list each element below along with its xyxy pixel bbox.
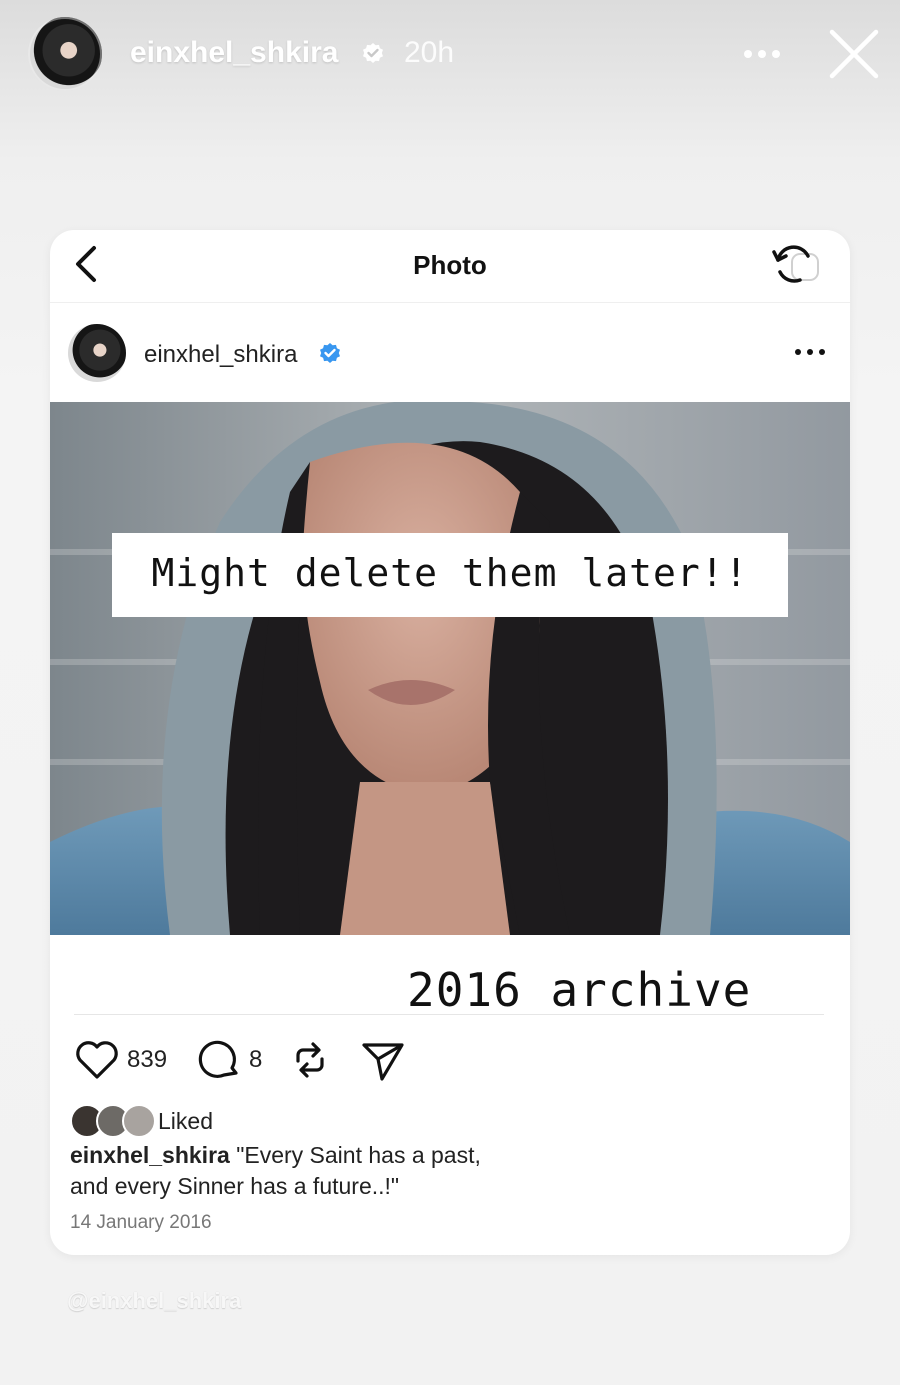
caption-text-line2: and every Sinner has a future..!" (70, 1173, 400, 1199)
liked-label: Liked (158, 1108, 213, 1134)
close-icon[interactable] (826, 26, 882, 82)
post-caption: einxhel_shkira "Every Saint has a past, … (70, 1140, 590, 1202)
post-date: 14 January 2016 (70, 1212, 212, 1233)
like-count: 839 (127, 1046, 168, 1073)
rotate-icon[interactable] (770, 240, 830, 290)
heart-icon[interactable] (74, 1036, 120, 1084)
story-header: einxhel_shkira 20h (0, 0, 900, 110)
repost-icon[interactable] (288, 1036, 332, 1084)
post-username[interactable]: einxhel_shkira (144, 341, 297, 369)
page-title: Photo (413, 250, 487, 280)
portrait-image (50, 402, 850, 935)
verified-badge-icon (363, 43, 383, 63)
text-overlay-box: Might delete them later!! (112, 533, 788, 617)
divider (74, 1014, 824, 1015)
action-bar: 839 8 (50, 1036, 850, 1086)
caption-text-line1: "Every Saint has a past, (236, 1142, 481, 1168)
archive-label: 2016 archive (407, 963, 752, 1017)
watermark: @einxhel_shkira (67, 1288, 242, 1313)
overlay-text: Might delete them later!! (151, 551, 749, 595)
caption-username[interactable]: einxhel_shkira (70, 1142, 230, 1168)
post-photo[interactable]: Might delete them later!! (50, 402, 850, 935)
share-send-icon[interactable] (360, 1036, 406, 1084)
card-topbar: Photo (50, 230, 850, 303)
more-options-icon[interactable] (740, 38, 784, 70)
comment-icon[interactable] (198, 1036, 242, 1084)
story-time: 20h (404, 36, 455, 69)
more-options-icon[interactable] (790, 340, 830, 364)
story-username[interactable]: einxhel_shkira (130, 36, 338, 70)
post-avatar[interactable] (68, 324, 126, 382)
comment-count: 8 (249, 1046, 263, 1073)
liker-avatar (122, 1104, 156, 1138)
post-header: einxhel_shkira (50, 304, 850, 400)
story-avatar[interactable] (28, 17, 102, 91)
post-card: Photo einxhel_shkira Might delete them l… (50, 230, 850, 1255)
verified-badge-icon (320, 343, 340, 363)
